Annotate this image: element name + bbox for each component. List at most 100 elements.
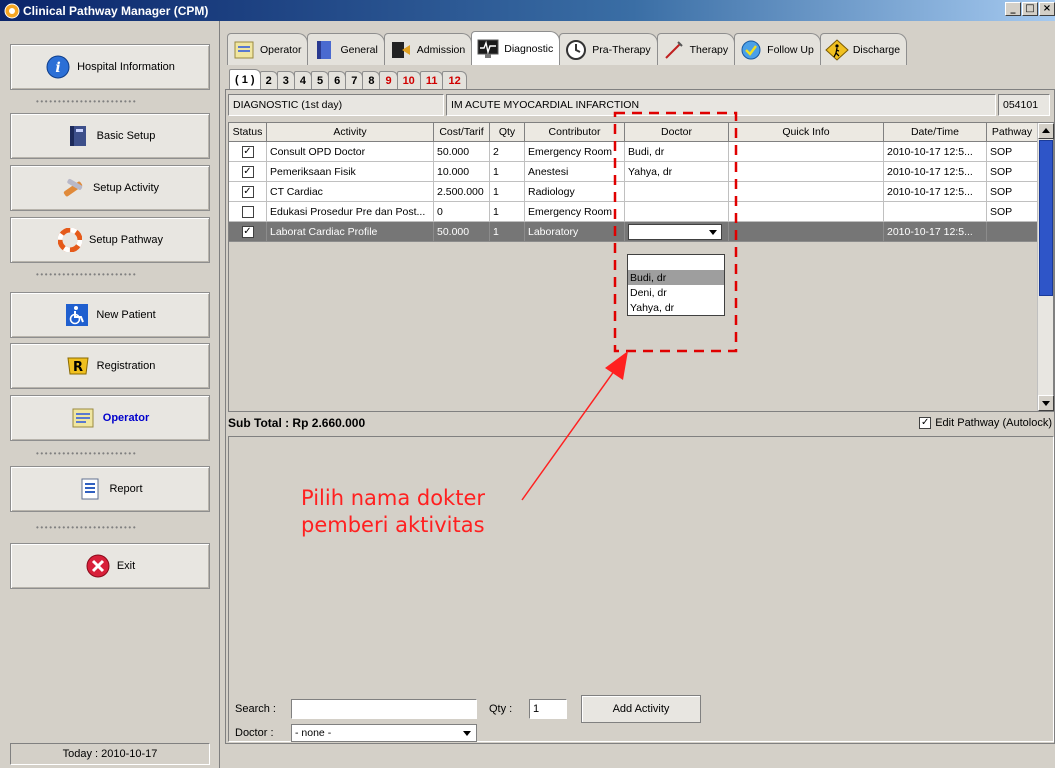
syringe-icon [662, 38, 686, 62]
column-header[interactable]: Pathway [987, 123, 1038, 142]
contributor-cell: Anestesi [525, 162, 625, 182]
scroll-down-icon[interactable] [1038, 395, 1054, 411]
status-cell: ✓ [229, 162, 267, 182]
tab-general[interactable]: General [307, 33, 385, 65]
stage-tabs: Operator General Admission Diagnostic Pr… [227, 31, 908, 65]
day-tab-9[interactable]: 9 [379, 71, 398, 89]
diagnosis-label: IM ACUTE MYOCARDIAL INFARCTION [446, 94, 996, 116]
day-tab-7[interactable]: 7 [345, 71, 364, 89]
sidebar-label: Registration [96, 360, 156, 372]
tab-operator[interactable]: Operator [227, 33, 309, 65]
today-status: Today : 2010-10-17 [10, 743, 210, 765]
exit-button[interactable]: Exit [10, 543, 210, 589]
autolock-label: Edit Pathway (Autolock) [935, 417, 1052, 429]
table-row[interactable]: Edukasi Prosedur Pre dan Post... 0 1 Eme… [229, 202, 1038, 222]
column-header[interactable]: Cost/Tarif [434, 123, 490, 142]
table-row[interactable]: ✓ Consult OPD Doctor 50.000 2 Emergency … [229, 142, 1038, 162]
status-checkbox[interactable]: ✓ [241, 145, 254, 158]
tab-follow-up[interactable]: Follow Up [734, 33, 821, 65]
doctor-cell[interactable] [625, 182, 729, 202]
tab-diagnostic[interactable]: Diagnostic [471, 31, 561, 65]
minimize-button[interactable]: _ [1005, 2, 1021, 16]
doctor-cell [625, 222, 729, 242]
column-header[interactable]: Activity [267, 123, 434, 142]
basic-setup-button[interactable]: Basic Setup [10, 113, 210, 159]
doctor-select[interactable]: - none - [291, 724, 477, 742]
report-button[interactable]: Report [10, 466, 210, 512]
doctor-cell[interactable]: Budi, dr [625, 142, 729, 162]
status-checkbox[interactable]: ✓ [241, 225, 254, 238]
tab-admission[interactable]: Admission [383, 33, 473, 65]
pathway-cell: SOP [987, 202, 1038, 222]
status-checkbox[interactable]: ✓ [241, 185, 254, 198]
sidebar-label: Exit [116, 560, 136, 572]
autolock-option[interactable]: ✓ Edit Pathway (Autolock) [919, 417, 1052, 429]
setup-pathway-button[interactable]: Setup Pathway [10, 217, 210, 263]
column-header[interactable]: Contributor [525, 123, 625, 142]
tab-label: Operator [260, 43, 302, 56]
detail-pane: Pilih nama dokter pemberi aktivitas Sear… [228, 436, 1054, 742]
maximize-button[interactable]: □ [1022, 2, 1038, 16]
day-tab-6[interactable]: 6 [328, 71, 347, 89]
doctor-dropdown[interactable] [628, 223, 722, 240]
app-logo-icon [4, 3, 20, 18]
exit-icon [85, 553, 111, 579]
day-tab-1[interactable]: ( 1 ) [229, 69, 261, 89]
table-row[interactable]: ✓ Pemeriksaan Fisik 10.000 1 Anestesi Ya… [229, 162, 1038, 182]
quick-info-cell [729, 162, 884, 182]
day-tab-8[interactable]: 8 [362, 71, 381, 89]
day-tab-2[interactable]: 2 [259, 71, 278, 89]
column-header[interactable]: Doctor [625, 123, 729, 142]
table-row-selected[interactable]: ✓ Laborat Cardiac Profile 50.000 1 Labor… [229, 222, 1038, 242]
hospital-information-button[interactable]: i Hospital Information [10, 44, 210, 90]
column-header[interactable]: Date/Time [884, 123, 987, 142]
qty-input[interactable]: 1 [529, 699, 567, 719]
activity-cell: Pemeriksaan Fisik [267, 162, 434, 182]
scroll-up-icon[interactable] [1038, 123, 1054, 139]
dropdown-option[interactable]: Budi, dr [628, 270, 724, 285]
day-tab-3[interactable]: 3 [276, 71, 295, 89]
annotation-text: Pilih nama dokter pemberi aktivitas [301, 485, 485, 539]
tab-therapy[interactable]: Therapy [656, 33, 736, 65]
registration-button[interactable]: R Registration [10, 343, 210, 389]
pathway-cell: SOP [987, 182, 1038, 202]
day-tab-12[interactable]: 12 [442, 71, 467, 89]
pathway-cell: SOP [987, 142, 1038, 162]
column-header[interactable]: Status [229, 123, 267, 142]
dropdown-option[interactable] [628, 255, 724, 270]
column-header[interactable]: Qty [490, 123, 525, 142]
table-row[interactable]: ✓ CT Cardiac 2.500.000 1 Radiology 2010-… [229, 182, 1038, 202]
day-tab-11[interactable]: 11 [419, 71, 444, 89]
setup-activity-button[interactable]: Setup Activity [10, 165, 210, 211]
operator-button[interactable]: Operator [10, 395, 210, 441]
column-header[interactable]: Quick Info [729, 123, 884, 142]
tab-label: Discharge [852, 43, 901, 56]
autolock-checkbox[interactable]: ✓ [919, 417, 932, 429]
contributor-cell: Emergency Room [525, 202, 625, 222]
add-activity-button[interactable]: Add Activity [581, 695, 701, 723]
doctor-cell[interactable]: Yahya, dr [625, 162, 729, 182]
dropdown-option[interactable]: Deni, dr [628, 285, 724, 300]
status-checkbox[interactable]: ✓ [241, 165, 254, 178]
day-tab-4[interactable]: 4 [293, 71, 312, 89]
day-tab-10[interactable]: 10 [396, 71, 421, 89]
grid-scrollbar[interactable] [1037, 123, 1054, 411]
search-input[interactable] [291, 699, 477, 719]
tab-discharge[interactable]: Discharge [819, 33, 908, 65]
tab-pra-therapy[interactable]: Pra-Therapy [559, 33, 658, 65]
doctor-cell[interactable] [625, 202, 729, 222]
status-cell: ✓ [229, 182, 267, 202]
tab-label: Therapy [689, 43, 729, 56]
scroll-thumb[interactable] [1039, 140, 1053, 296]
quick-info-cell [729, 222, 884, 242]
status-cell: ✓ [229, 222, 267, 242]
dropdown-option[interactable]: Yahya, dr [628, 300, 724, 315]
main-area: Operator General Admission Diagnostic Pr… [221, 21, 1055, 768]
separator: ••••••••••••••••••••••• [36, 273, 196, 277]
close-button[interactable]: × [1039, 2, 1055, 16]
day-tab-5[interactable]: 5 [310, 71, 330, 89]
diagnostic-panel: DIAGNOSTIC (1st day) IM ACUTE MYOCARDIAL… [225, 89, 1055, 744]
status-checkbox[interactable] [241, 205, 254, 218]
doctor-label: Doctor : [235, 727, 274, 739]
new-patient-button[interactable]: New Patient [10, 292, 210, 338]
